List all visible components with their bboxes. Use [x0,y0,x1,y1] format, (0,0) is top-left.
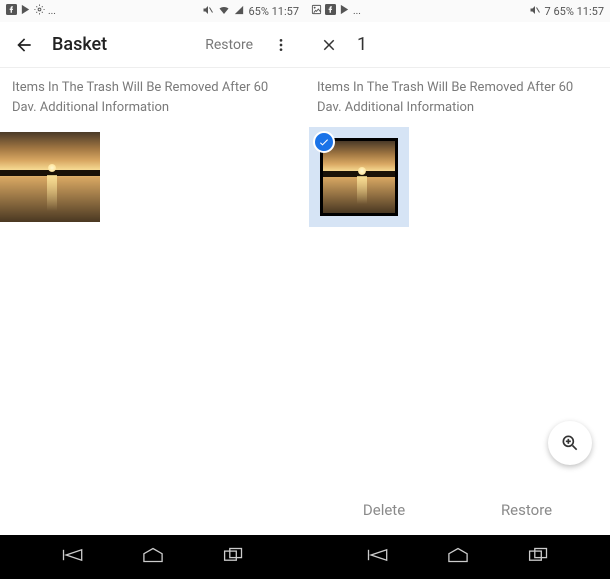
status-bar: ... 65% 11:57 [0,0,305,22]
more-indicator: ... [353,6,361,17]
trash-notice: Items In The Trash Will Be Removed After… [0,68,305,123]
settings-small-icon [34,4,45,18]
delete-button[interactable]: Delete [349,493,419,527]
thumbnail-grid [305,123,610,227]
photo-thumbnail-selected[interactable] [309,127,409,227]
restore-button[interactable]: Restore [487,493,566,527]
selected-check-icon [313,131,335,153]
page-title: Basket [52,34,107,55]
zoom-fab[interactable] [548,421,592,465]
nav-back-icon[interactable] [57,546,83,568]
notice-line-2: Dav. Additional Information [317,98,598,118]
nav-recents-icon[interactable] [222,546,248,568]
app-bar: Basket Restore [0,22,305,68]
nav-home-icon[interactable] [445,546,471,568]
photo-thumbnail[interactable] [0,127,100,227]
mute-icon [529,4,541,19]
facebook-icon [325,4,336,18]
status-text: 7 65% 11:57 [545,5,604,18]
nav-home-icon[interactable] [140,546,166,568]
bottom-action-bar: Delete Restore [305,493,610,527]
nav-recents-icon[interactable] [527,546,553,568]
nav-back-icon[interactable] [362,546,388,568]
selection-count: 1 [357,34,367,55]
facebook-icon [6,4,17,18]
right-screen: ... 7 65% 11:57 1 Items In The Trash Wil… [305,0,610,535]
android-nav-bar [0,535,610,579]
more-indicator: ... [48,6,56,17]
thumbnail-grid [0,123,305,227]
play-icon [20,4,31,18]
selection-app-bar: 1 [305,22,610,68]
signal-icon [234,5,244,18]
overflow-menu[interactable] [267,31,295,59]
notice-line-2: Dav. Additional Information [12,98,293,118]
status-bar: ... 7 65% 11:57 [305,0,610,22]
left-screen: ... 65% 11:57 Basket Restore [0,0,305,535]
back-button[interactable] [10,31,38,59]
close-button[interactable] [315,31,343,59]
notice-line-1: Items In The Trash Will Be Removed After… [317,78,598,98]
wifi-icon [218,4,230,19]
play-icon [339,4,350,18]
mute-icon [202,4,214,19]
restore-action[interactable]: Restore [205,37,253,53]
notice-line-1: Items In The Trash Will Be Removed After… [12,78,293,98]
image-icon [311,4,322,18]
trash-notice: Items In The Trash Will Be Removed After… [305,68,610,123]
status-text: 65% 11:57 [248,5,299,18]
